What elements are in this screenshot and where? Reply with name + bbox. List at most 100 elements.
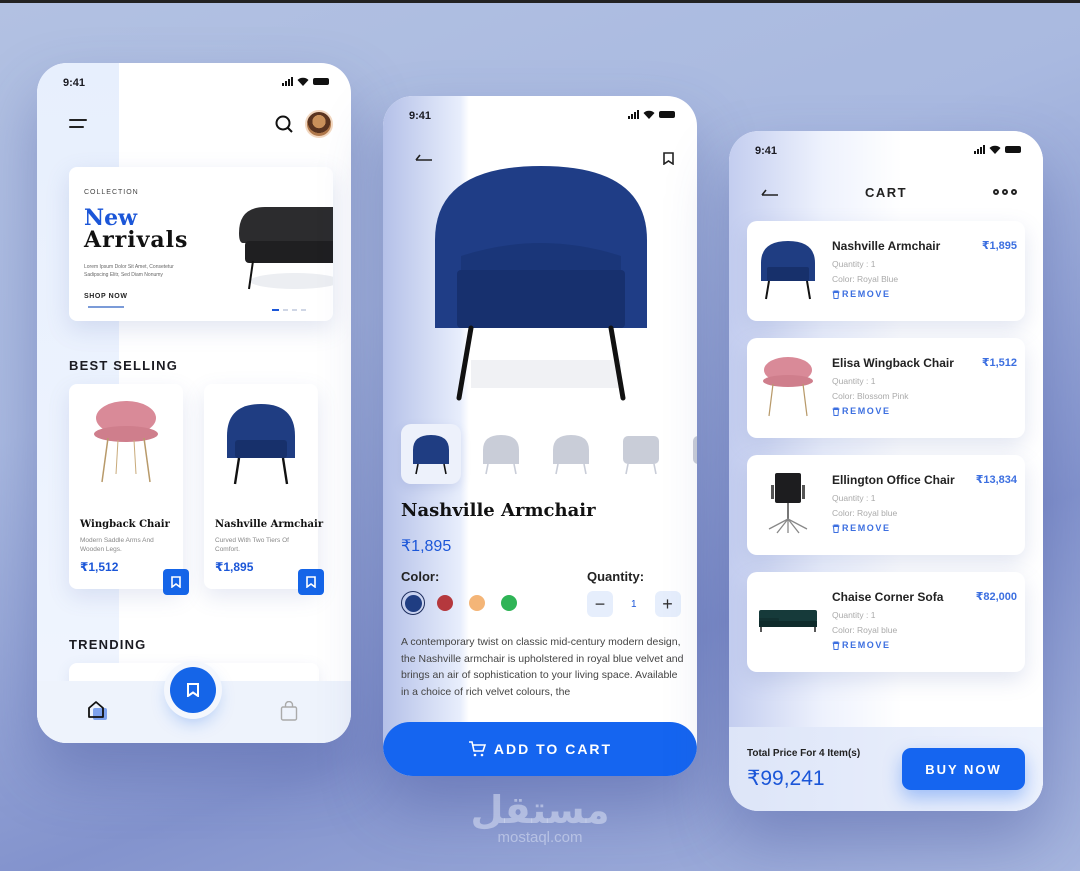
cart-item-quantity: Quantity : 1 <box>832 376 876 386</box>
shop-now-link[interactable]: SHOP NOW <box>84 293 128 300</box>
remove-label: REMOVE <box>842 523 891 533</box>
cart-item: Nashville Armchair Quantity : 1 Color: R… <box>747 221 1025 321</box>
product-price: ₹1,895 <box>401 538 452 555</box>
search-icon[interactable] <box>275 115 293 133</box>
carousel-dots[interactable] <box>272 309 306 311</box>
remove-button[interactable]: REMOVE <box>832 406 891 416</box>
cart-screen: 9:41 CART Nashville Armchair Quantity : … <box>729 131 1043 811</box>
armchair-thumb-image <box>553 435 589 475</box>
cart-item-quantity: Quantity : 1 <box>832 259 876 269</box>
cart-item-name: Nashville Armchair <box>832 239 941 253</box>
wifi-icon <box>989 145 1001 154</box>
trending-heading: TRENDING <box>69 637 147 652</box>
remove-button[interactable]: REMOVE <box>832 640 891 650</box>
wifi-icon <box>643 110 655 119</box>
battery-icon <box>313 78 329 85</box>
thumbnail-2[interactable] <box>471 424 531 484</box>
thumbnail-strip <box>401 424 697 484</box>
nashville-armchair-image <box>761 241 815 300</box>
remove-label: REMOVE <box>842 406 891 416</box>
bookmark-fab[interactable] <box>170 667 216 713</box>
status-bar: 9:41 <box>37 75 351 91</box>
add-to-cart-button[interactable]: ADD TO CART <box>383 722 697 776</box>
product-card[interactable]: Wingback Chair Modern Saddle Arms And Wo… <box>69 384 189 595</box>
sofa-image <box>239 207 333 290</box>
bookmark-button[interactable] <box>163 569 189 595</box>
color-label: Color: <box>401 569 440 584</box>
product-desc: Modern Saddle Arms And Wooden Legs. <box>80 537 154 553</box>
best-selling-heading: BEST SELLING <box>69 358 179 373</box>
armchair-thumb-image <box>483 435 519 475</box>
signal-icon <box>628 110 639 119</box>
home-screen: 9:41 COLLECTION New Arrivals Lorem Ipsum… <box>37 63 351 743</box>
bookmark-icon[interactable] <box>663 152 674 165</box>
shop-now-underline <box>88 306 124 308</box>
trash-icon <box>832 524 840 533</box>
cart-item-quantity: Quantity : 1 <box>832 493 876 503</box>
status-bar: 9:41 <box>729 143 1043 159</box>
product-name: Wingback Chair <box>80 519 170 530</box>
trash-icon <box>832 290 840 299</box>
cart-icon <box>468 741 486 757</box>
cart-item-color: Color: Royal blue <box>832 508 898 518</box>
increase-quantity-button[interactable]: + <box>654 591 681 617</box>
status-time: 9:41 <box>755 145 778 157</box>
corner-sofa-image <box>759 610 817 632</box>
status-time: 9:41 <box>409 110 432 122</box>
wingback-chair-image <box>94 401 158 483</box>
watermark-arabic: مستقل <box>470 790 610 832</box>
product-card-partial[interactable] <box>339 384 351 589</box>
thumbnail-1[interactable] <box>401 424 461 484</box>
remove-button[interactable]: REMOVE <box>832 289 891 299</box>
bookmark-icon <box>171 576 181 588</box>
more-options-icon[interactable] <box>993 189 1017 195</box>
shopping-bag-icon[interactable] <box>280 701 298 721</box>
armchair-hero-image <box>435 166 647 401</box>
total-price: ₹99,241 <box>747 767 825 790</box>
new-arrivals-banner[interactable]: COLLECTION New Arrivals Lorem Ipsum Dolo… <box>69 167 333 321</box>
remove-button[interactable]: REMOVE <box>832 523 891 533</box>
cart-item: Ellington Office Chair Quantity : 1 Colo… <box>747 455 1025 555</box>
quantity-value: 1 <box>631 598 637 610</box>
color-swatches <box>401 591 517 615</box>
cart-item: Chaise Corner Sofa Quantity : 1 Color: R… <box>747 572 1025 672</box>
cart-item-price: ₹13,834 <box>975 474 1017 486</box>
avatar[interactable] <box>305 110 333 138</box>
nashville-armchair-image <box>227 404 295 485</box>
color-swatch-green[interactable] <box>501 595 517 611</box>
signal-icon <box>282 77 293 86</box>
banner-title-new: New <box>84 205 138 231</box>
decrease-quantity-button[interactable]: − <box>587 591 613 617</box>
top-edge-bar <box>0 0 1080 3</box>
bookmark-button[interactable] <box>298 569 324 595</box>
thumbnail-3[interactable] <box>541 424 601 484</box>
bookmark-icon <box>187 683 199 697</box>
color-swatch-peach[interactable] <box>469 595 485 611</box>
product-detail-screen: 9:41 Nashville Armchair ₹1,895 Color: Qu… <box>383 96 697 776</box>
thumbnail-5[interactable] <box>681 424 697 484</box>
product-description: A contemporary twist on classic mid-cent… <box>401 636 684 698</box>
product-card[interactable]: Nashville Armchair Curved With Two Tiers… <box>204 384 324 595</box>
color-swatch-red[interactable] <box>437 595 453 611</box>
cart-item-color: Color: Blossom Pink <box>832 391 909 401</box>
armchair-thumb-image <box>413 435 449 475</box>
product-name: Nashville Armchair <box>215 519 324 530</box>
status-bar: 9:41 <box>383 108 697 124</box>
thumbnail-4[interactable] <box>611 424 671 484</box>
office-chair-image <box>768 473 808 534</box>
total-label: Total Price For 4 Item(s) <box>747 748 861 759</box>
banner-title-arrivals: Arrivals <box>84 227 189 253</box>
cart-item-color: Color: Royal blue <box>832 625 898 635</box>
banner-eyebrow: COLLECTION <box>84 189 139 196</box>
banner-body: Lorem Ipsum Dolor Sit Amet, Consetetur S… <box>84 264 174 278</box>
battery-icon <box>659 111 675 118</box>
menu-icon[interactable] <box>69 119 87 129</box>
cart-item-color: Color: Royal Blue <box>832 274 899 284</box>
signal-icon <box>974 145 985 154</box>
color-swatch-royal-blue[interactable] <box>401 591 425 615</box>
trash-icon <box>832 407 840 416</box>
armchair-thumb-image <box>693 436 697 464</box>
buy-now-button[interactable]: BUY NOW <box>902 748 1025 790</box>
home-icon[interactable] <box>87 699 109 721</box>
wingback-chair-image <box>763 357 813 417</box>
